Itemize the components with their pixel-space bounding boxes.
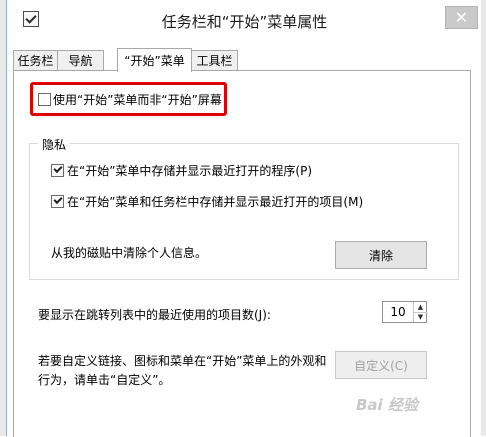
tab-navigation[interactable]: 导航 <box>57 50 104 70</box>
spin-down-icon[interactable]: ▼ <box>413 312 427 322</box>
jump-list-count-spinner[interactable]: 10 ▲ ▼ <box>382 301 427 323</box>
close-button[interactable]: ✕ <box>445 6 478 29</box>
close-icon: ✕ <box>454 8 469 27</box>
jump-list-count-label: 要显示在跳转列表中的最近使用的项目数(J): <box>38 308 271 322</box>
customize-description-line1: 若要自定义链接、图标和菜单在“开始”菜单上的外观和 <box>38 354 327 368</box>
privacy-group-legend: 隐私 <box>38 136 71 153</box>
clear-button[interactable]: 清除 <box>335 241 427 269</box>
store-recent-programs-label[interactable]: 在“开始”菜单中存储并显示最近打开的程序(P) <box>67 162 312 179</box>
tab-start-menu[interactable]: “开始”菜单 <box>117 48 192 72</box>
tab-taskbar[interactable]: 任务栏 <box>13 50 58 70</box>
store-recent-items-label[interactable]: 在“开始”菜单和任务栏中存储并显示最近打开的项目(M) <box>67 193 363 210</box>
baidu-watermark: Bai 经验 <box>356 396 418 414</box>
store-recent-items-checkbox[interactable] <box>51 195 64 208</box>
tab-toolbars[interactable]: 工具栏 <box>191 50 238 70</box>
highlight-annotation-box <box>30 82 227 116</box>
right-window-edge <box>481 0 486 436</box>
jump-list-count-value[interactable]: 10 <box>383 302 413 322</box>
title-bar: 任务栏和“开始”菜单属性 ✕ <box>7 0 482 38</box>
customize-button[interactable]: 自定义(C) <box>335 351 427 379</box>
store-recent-programs-checkbox[interactable] <box>51 164 64 177</box>
clear-personal-info-text: 从我的磁贴中清除个人信息。 <box>51 246 208 260</box>
dialog-title: 任务栏和“开始”菜单属性 <box>161 13 328 31</box>
customize-description-line2: 行为，请单击“自定义”。 <box>38 373 171 387</box>
